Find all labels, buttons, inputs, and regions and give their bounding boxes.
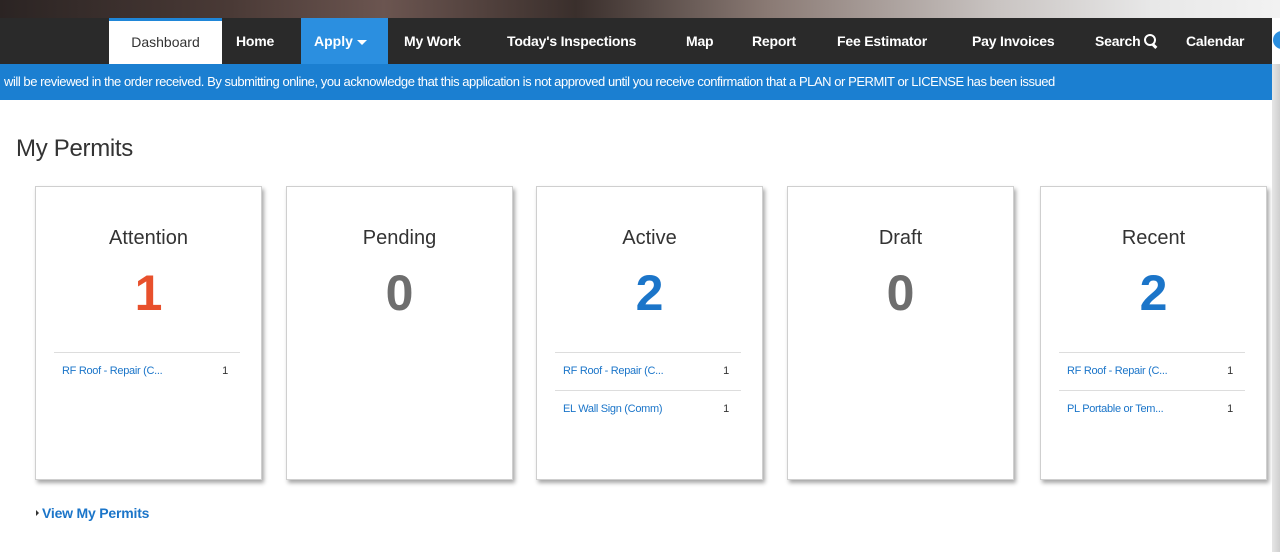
nav-home[interactable]: Home [236, 18, 274, 64]
card-count[interactable]: 0 [788, 263, 1013, 323]
chevron-down-icon [356, 39, 367, 45]
permit-type-link[interactable]: RF Roof - Repair (C... [1067, 365, 1168, 377]
list-item[interactable]: RF Roof - Repair (C... 1 [54, 353, 240, 391]
pending-card: Pending 0 [286, 186, 513, 480]
attention-card: Attention 1 RF Roof - Repair (C... 1 [35, 186, 262, 480]
view-my-permits-link[interactable]: View My Permits [42, 505, 149, 521]
list-item[interactable]: RF Roof - Repair (C... 1 [555, 353, 741, 391]
header-banner-image [0, 0, 1280, 18]
card-title: Draft [878, 227, 923, 249]
nav-search[interactable]: Search [1095, 18, 1158, 64]
list-item[interactable]: PL Portable or Tem... 1 [1059, 391, 1245, 429]
page-shadow-edge [1272, 64, 1280, 552]
card-title: Attention [109, 227, 188, 249]
nav-apply-label: Apply [314, 33, 353, 49]
permit-type-count: 1 [1227, 365, 1233, 377]
card-title: Active [622, 227, 677, 249]
permit-type-count: 1 [723, 365, 729, 377]
permit-type-count: 1 [1227, 403, 1233, 415]
list-item[interactable]: EL Wall Sign (Comm) 1 [555, 391, 741, 429]
recent-card: Recent 2 RF Roof - Repair (C... 1 PL Por… [1040, 186, 1267, 480]
nav-search-label: Search [1095, 33, 1141, 49]
nav-map[interactable]: Map [686, 18, 714, 64]
nav-dashboard-tab[interactable]: Dashboard [109, 18, 222, 64]
nav-todays-inspections[interactable]: Today's Inspections [507, 18, 636, 64]
notice-banner: will be reviewed in the order received. … [0, 64, 1272, 100]
card-count[interactable]: 2 [1041, 263, 1266, 323]
card-count[interactable]: 0 [287, 263, 512, 323]
card-count[interactable]: 1 [36, 263, 261, 323]
active-card: Active 2 RF Roof - Repair (C... 1 EL Wal… [536, 186, 763, 480]
permit-type-link[interactable]: PL Portable or Tem... [1067, 403, 1164, 415]
page-title: My Permits [16, 135, 134, 162]
card-title: Pending [362, 227, 437, 249]
nav-report[interactable]: Report [752, 18, 796, 64]
search-icon [1143, 34, 1158, 48]
permit-type-link[interactable]: RF Roof - Repair (C... [62, 365, 163, 377]
nav-calendar[interactable]: Calendar [1186, 18, 1245, 64]
card-list: RF Roof - Repair (C... 1 EL Wall Sign (C… [555, 352, 741, 429]
permit-type-count: 1 [723, 403, 729, 415]
card-list: RF Roof - Repair (C... 1 [54, 352, 240, 391]
permit-type-count: 1 [222, 365, 228, 377]
nav-fee-estimator[interactable]: Fee Estimator [837, 18, 927, 64]
nav-pay-invoices[interactable]: Pay Invoices [972, 18, 1055, 64]
card-count[interactable]: 2 [537, 263, 762, 323]
nav-apply-dropdown[interactable]: Apply [301, 18, 388, 64]
main-navbar: Dashboard Home Apply My Work Today's Ins… [0, 18, 1272, 64]
card-list: RF Roof - Repair (C... 1 PL Portable or … [1059, 352, 1245, 429]
permit-type-link[interactable]: EL Wall Sign (Comm) [563, 403, 663, 415]
nav-my-work[interactable]: My Work [404, 18, 461, 64]
draft-card: Draft 0 [787, 186, 1014, 480]
permit-type-link[interactable]: RF Roof - Repair (C... [563, 365, 664, 377]
calendar-badge [1273, 31, 1280, 49]
caret-right-icon [36, 510, 39, 516]
card-title: Recent [1121, 227, 1186, 249]
list-item[interactable]: RF Roof - Repair (C... 1 [1059, 353, 1245, 391]
